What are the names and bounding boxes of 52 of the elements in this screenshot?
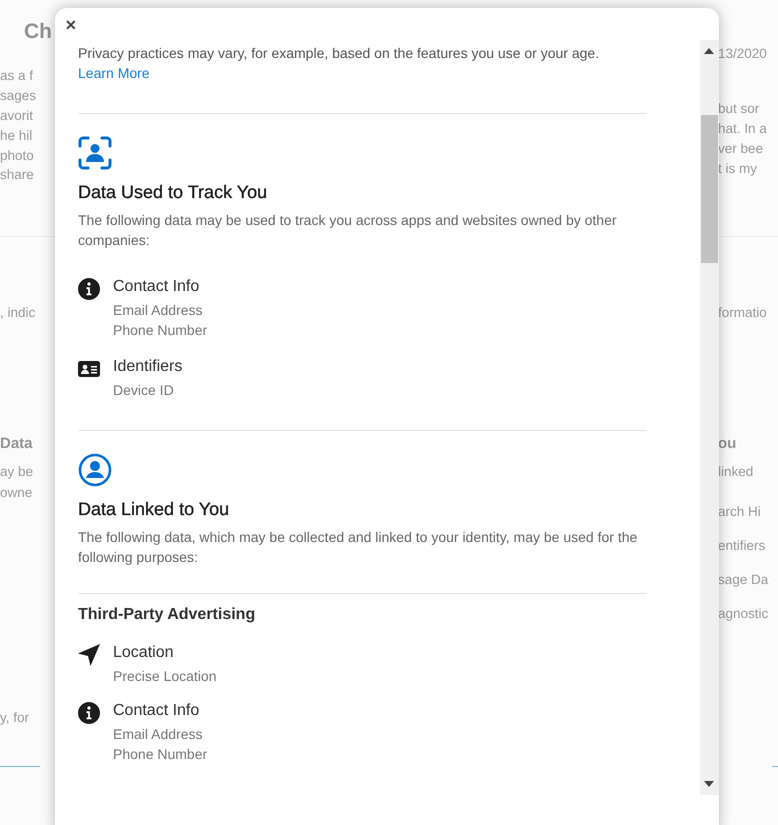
scroll-up-icon[interactable] <box>704 48 714 54</box>
section-title: Data Linked to You <box>78 498 230 521</box>
background-text: ay be <box>0 464 34 479</box>
background-text: y, for <box>0 710 30 725</box>
data-type-title: Contact Info <box>113 701 200 721</box>
background-text: t is my <box>718 161 757 176</box>
section-description: The following data, which may be collected and linked to your identity, may be used for the following purposes: <box>78 528 638 567</box>
data-type-detail: Phone Number <box>113 321 208 340</box>
scrollbar-thumb[interactable] <box>700 115 718 263</box>
purpose-heading: Third-Party Advertising <box>78 605 256 625</box>
background-text: but sor <box>718 101 760 116</box>
data-type-detail: Precise Location <box>113 667 217 686</box>
background-text: as a f <box>0 68 34 83</box>
background-text: sage Da <box>718 572 768 587</box>
section-title: Data Used to Track You <box>78 181 268 204</box>
background-text: hat. In a <box>718 121 767 136</box>
intro-text: Privacy practices may vary, for example, based on the features you use or your age. <box>78 44 600 63</box>
person-circle-icon <box>78 453 112 487</box>
background-heading: Ch <box>24 20 52 44</box>
background-text: share <box>0 167 34 182</box>
background-text: formatio <box>718 305 767 320</box>
background-text: sages <box>0 88 36 103</box>
background-text: linked <box>718 464 754 479</box>
id-card-icon <box>78 358 100 380</box>
background-text: owne <box>0 485 32 500</box>
data-type-title: Contact Info <box>113 277 200 297</box>
background-text: avorit <box>0 108 34 123</box>
background-text: 13/2020 <box>718 46 767 61</box>
background-text: he hil <box>0 128 32 143</box>
background-text: ver bee <box>718 141 764 156</box>
background-heading: Data <box>0 435 33 452</box>
data-type-title: Identifiers <box>113 357 182 377</box>
info-icon <box>78 278 100 300</box>
learn-more-link[interactable]: Learn More <box>78 63 150 83</box>
info-icon <box>78 702 100 724</box>
close-button[interactable]: ✕ <box>63 16 79 34</box>
person-in-frame-icon <box>78 136 112 170</box>
data-type-title: Location <box>113 643 174 663</box>
section-description: The following data may be used to track you across apps and websites owned by other companies: <box>78 211 618 250</box>
scrollbar[interactable] <box>700 40 719 795</box>
data-type-detail: Email Address <box>113 301 204 320</box>
data-type-detail: Phone Number <box>113 745 208 764</box>
data-type-detail: Device ID <box>113 381 175 400</box>
scroll-down-icon[interactable] <box>704 781 714 787</box>
background-text: agnostic <box>718 606 768 621</box>
background-heading: ou <box>718 435 736 452</box>
background-text: entifiers <box>718 538 766 553</box>
background-text: arch Hi <box>718 504 761 519</box>
background-text: photo <box>0 148 34 163</box>
data-type-detail: Email Address <box>113 725 204 744</box>
location-arrow-icon <box>78 644 100 666</box>
background-text: , indic <box>0 305 36 320</box>
